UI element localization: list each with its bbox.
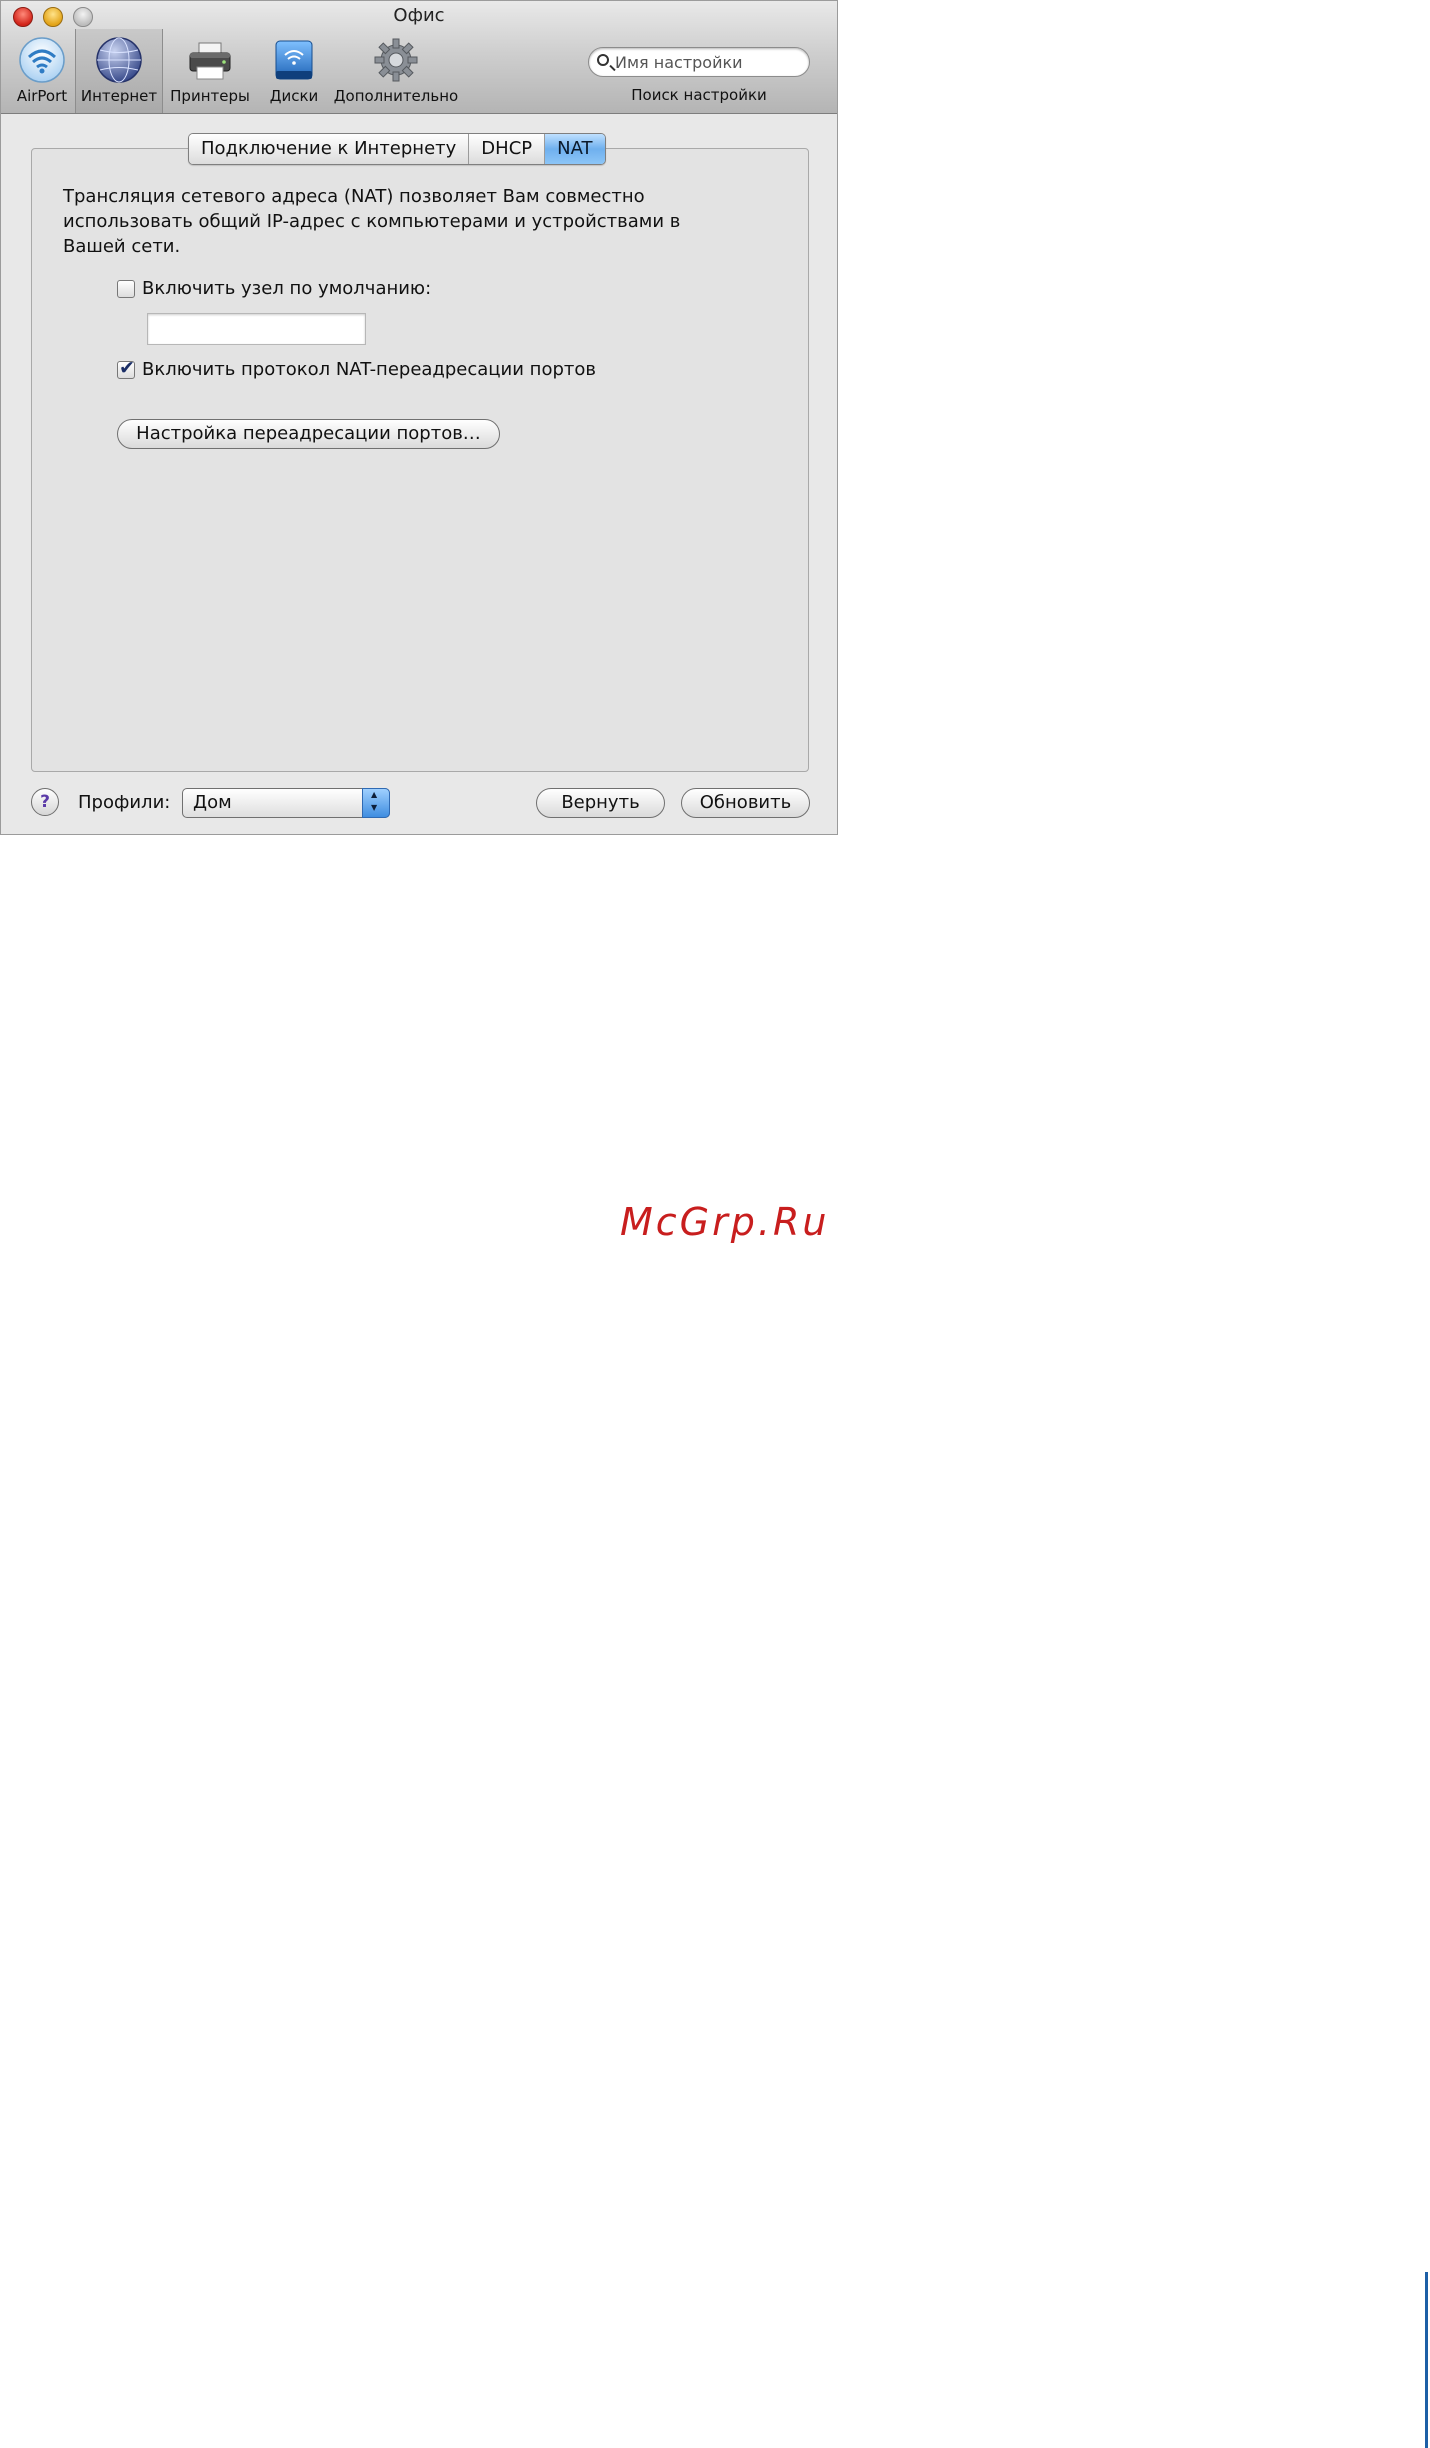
default-host-row: Включить узел по умолчанию: bbox=[117, 278, 431, 299]
toolbar-item-airport[interactable]: AirPort bbox=[9, 31, 75, 111]
toolbar-item-label: Диски bbox=[269, 87, 319, 105]
settings-search-field[interactable] bbox=[588, 47, 810, 77]
search-caption: Поиск настройки bbox=[631, 86, 767, 104]
update-button[interactable]: Обновить bbox=[681, 788, 810, 818]
globe-icon bbox=[96, 37, 142, 83]
toolbar-item-label: Дополнительно bbox=[333, 87, 459, 105]
tab-nat[interactable]: NAT bbox=[545, 134, 605, 164]
help-button[interactable]: ? bbox=[31, 788, 59, 816]
printer-icon bbox=[189, 42, 231, 80]
profiles-label: Профили: bbox=[78, 792, 171, 813]
page-edge-rule bbox=[1425, 2272, 1428, 2448]
tab-bar: Подключение к Интернету DHCP NAT bbox=[188, 133, 606, 165]
default-host-checkbox[interactable] bbox=[117, 279, 135, 298]
revert-button[interactable]: Вернуть bbox=[536, 788, 665, 818]
port-mapping-checkbox[interactable] bbox=[117, 357, 135, 379]
toolbar-item-disks[interactable]: Диски bbox=[259, 31, 329, 111]
profiles-select[interactable]: Дом bbox=[182, 788, 390, 818]
search-icon bbox=[597, 54, 609, 66]
port-forwarding-setup-button[interactable]: Настройка переадресации портов… bbox=[117, 419, 500, 449]
toolbar-item-label: AirPort bbox=[16, 87, 68, 105]
gear-icon bbox=[374, 38, 418, 82]
search-input[interactable] bbox=[615, 51, 803, 73]
port-mapping-row: Включить протокол NAT-переадресации порт… bbox=[117, 357, 596, 380]
nat-description: Трансляция сетевого адреса (NAT) позволя… bbox=[63, 186, 681, 257]
toolbar-item-printers[interactable]: Принтеры bbox=[165, 31, 255, 111]
toolbar-item-internet[interactable]: Интернет bbox=[75, 29, 163, 113]
watermark: McGrp.Ru bbox=[620, 1200, 830, 1244]
toolbar-item-label: Интернет bbox=[80, 87, 158, 105]
toolbar: Офис AirPort Интернет Принтеры Диски Доп… bbox=[1, 1, 837, 114]
profiles-selected-value: Дом bbox=[193, 792, 232, 813]
port-mapping-label: Включить протокол NAT-переадресации порт… bbox=[142, 359, 596, 380]
airport-wifi-icon bbox=[19, 37, 65, 83]
toolbar-item-advanced[interactable]: Дополнительно bbox=[331, 31, 461, 111]
tab-internet-connection[interactable]: Подключение к Интернету bbox=[189, 134, 470, 164]
disk-icon bbox=[275, 40, 313, 80]
airport-utility-window: Офис AirPort Интернет Принтеры Диски Доп… bbox=[0, 0, 838, 835]
tab-dhcp[interactable]: DHCP bbox=[469, 134, 546, 164]
default-host-label: Включить узел по умолчанию: bbox=[142, 278, 432, 299]
select-arrows-icon bbox=[362, 788, 390, 818]
window-title: Офис bbox=[393, 5, 445, 26]
toolbar-item-label: Принтеры bbox=[170, 87, 250, 105]
default-host-address-field[interactable] bbox=[147, 313, 366, 345]
